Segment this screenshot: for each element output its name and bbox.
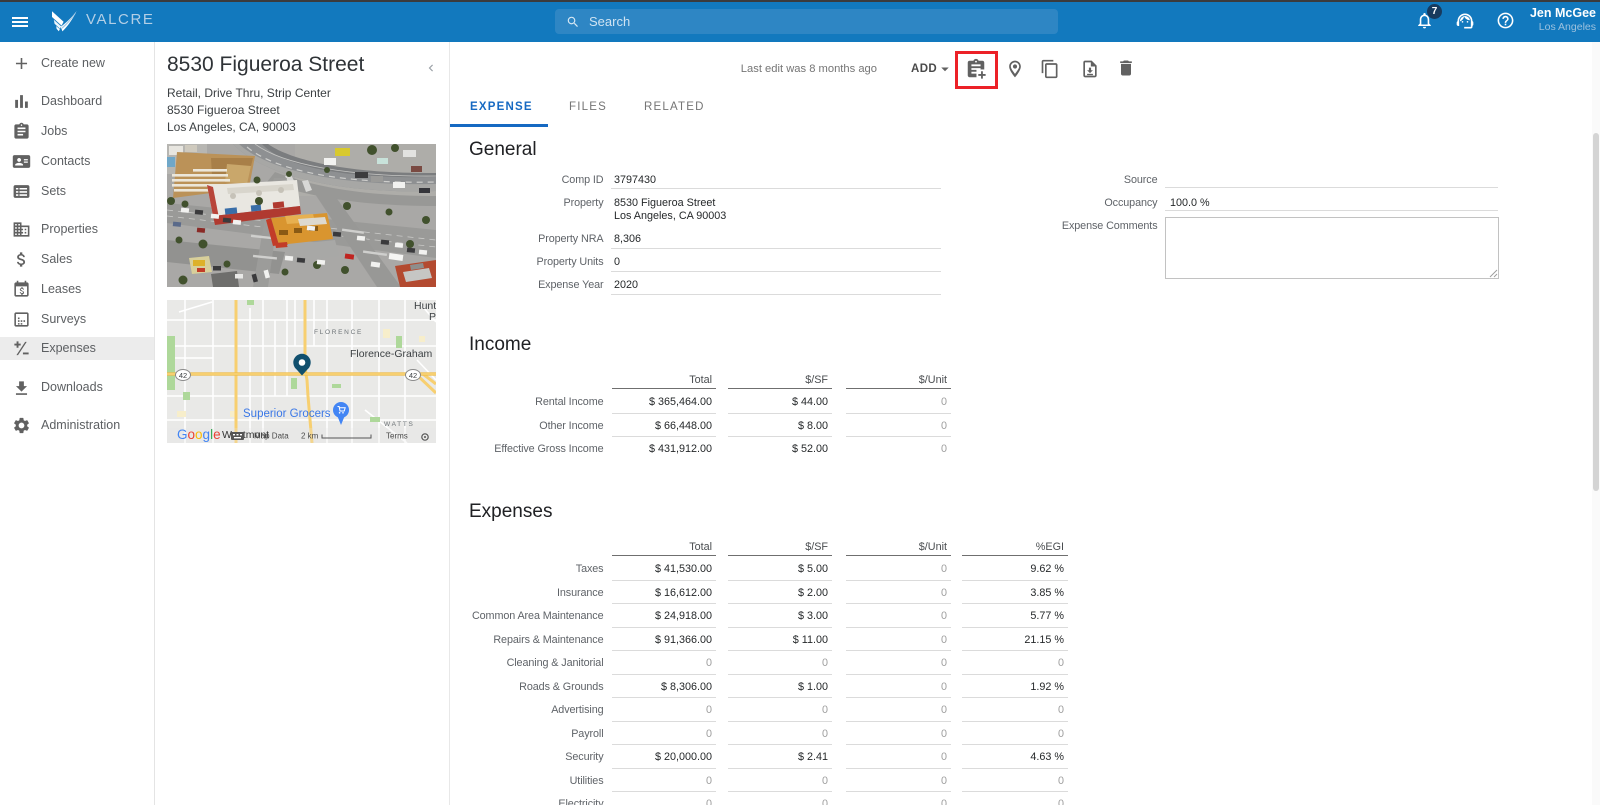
svg-text:Map Data: Map Data [254, 432, 289, 441]
svg-text:42: 42 [179, 371, 187, 380]
svg-text:Google: Google [177, 427, 221, 442]
svg-text:2 km: 2 km [301, 432, 319, 441]
svg-text:FLORENCE: FLORENCE [314, 329, 363, 336]
svg-text:Florence-Graham: Florence-Graham [350, 348, 433, 360]
svg-text:P: P [429, 311, 436, 323]
svg-text:Superior Grocers: Superior Grocers [243, 408, 331, 420]
svg-text:Terms: Terms [386, 432, 408, 441]
svg-text:42: 42 [409, 371, 417, 380]
